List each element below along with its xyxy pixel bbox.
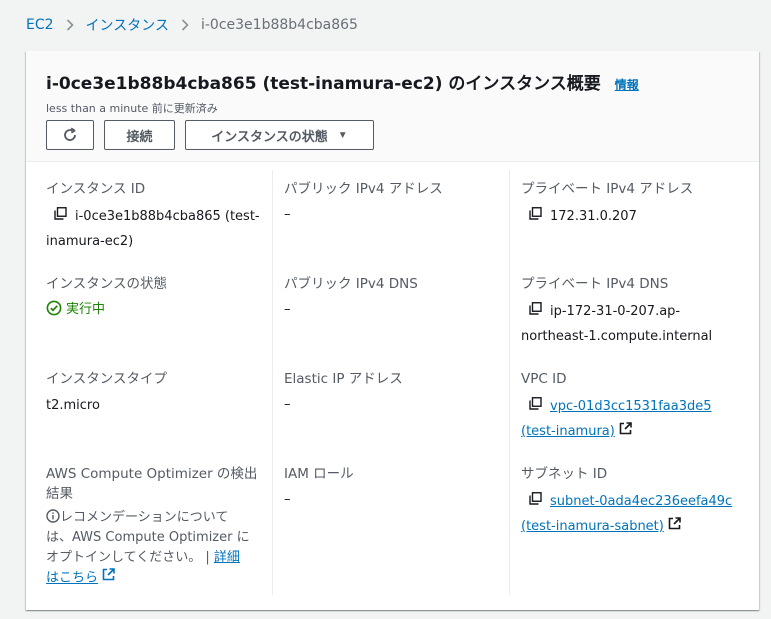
details-column-2: パブリック IPv4 アドレス – パブリック IPv4 DNS – Elast… — [284, 162, 494, 600]
instance-state-value: 実行中 — [66, 302, 106, 317]
elastic-ip-value: – — [284, 397, 291, 412]
private-dns-label: プライベート IPv4 DNS — [521, 276, 669, 292]
instance-id-value-cont: inamura-ec2) — [46, 234, 134, 249]
private-dns-value: ip-172-31-0-207.ap- — [550, 304, 681, 319]
external-link-icon — [102, 568, 115, 588]
iam-role-field: IAM ロール – — [284, 464, 494, 507]
instance-summary-panel: i-0ce3e1b88b4cba865 (test-inamura-ec2) の… — [26, 51, 759, 610]
iam-role-label: IAM ロール — [284, 466, 354, 482]
public-dns-value: – — [284, 302, 291, 317]
subnet-id-link-cont[interactable]: (test-inamura-sabnet) — [521, 519, 664, 534]
chevron-right-icon — [66, 19, 74, 31]
copy-icon[interactable] — [529, 489, 542, 514]
public-dns-field: パブリック IPv4 DNS – — [284, 274, 494, 317]
last-updated-text: less than a minute 前に更新済み — [46, 102, 218, 115]
status-running: 実行中 — [46, 298, 264, 317]
subnet-id-link[interactable]: subnet-0ada4ec236eefa49c — [550, 494, 732, 509]
private-ipv4-field: プライベート IPv4 アドレス 172.31.0.207 — [521, 179, 746, 229]
caret-down-icon: ▼ — [337, 129, 348, 141]
external-link-icon — [619, 419, 632, 444]
vpc-id-link[interactable]: vpc-01d3cc1531faa3de5 — [550, 399, 712, 414]
refresh-button[interactable] — [46, 120, 94, 150]
page-title: i-0ce3e1b88b4cba865 (test-inamura-ec2) の… — [46, 74, 601, 94]
instance-state-dropdown[interactable]: インスタンスの状態 ▼ — [185, 120, 374, 150]
instance-id-field: インスタンス ID i-0ce3e1b88b4cba865 (test- ina… — [46, 179, 264, 254]
column-divider — [272, 170, 273, 595]
copy-icon[interactable] — [529, 299, 542, 324]
elastic-ip-label: Elastic IP アドレス — [284, 371, 403, 387]
vpc-id-label: VPC ID — [521, 371, 567, 387]
compute-optimizer-label: AWS Compute Optimizer の検出 — [46, 466, 258, 482]
breadcrumb-instances-link[interactable]: インスタンス — [86, 15, 169, 35]
instance-type-label: インスタンスタイプ — [46, 371, 167, 387]
copy-icon[interactable] — [529, 394, 542, 419]
breadcrumb: EC2 インスタンス i-0ce3e1b88b4cba865 — [26, 14, 358, 36]
instance-state-dropdown-label: インスタンスの状態 — [211, 128, 328, 144]
private-dns-field: プライベート IPv4 DNS ip-172-31-0-207.ap- nort… — [521, 274, 746, 349]
check-circle-icon — [46, 300, 62, 315]
instance-id-value: i-0ce3e1b88b4cba865 (test- — [75, 209, 260, 224]
details-column-3: プライベート IPv4 アドレス 172.31.0.207 プライベート IPv… — [521, 162, 746, 600]
breadcrumb-ec2-link[interactable]: EC2 — [26, 17, 54, 33]
column-divider — [509, 170, 510, 595]
subnet-id-label: サブネット ID — [521, 466, 608, 482]
private-dns-value-cont: northeast-1.compute.internal — [521, 329, 713, 344]
public-dns-label: パブリック IPv4 DNS — [284, 276, 418, 292]
info-link[interactable]: 情報 — [615, 76, 639, 93]
copy-icon[interactable] — [54, 204, 67, 229]
public-ipv4-value: – — [284, 207, 291, 222]
public-ipv4-label: パブリック IPv4 アドレス — [284, 181, 443, 197]
learn-more-link-cont[interactable]: はこちら — [46, 571, 98, 586]
info-icon — [46, 509, 60, 523]
instance-type-field: インスタンスタイプ t2.micro — [46, 369, 264, 418]
instance-type-value: t2.micro — [46, 398, 100, 413]
instance-state-field: インスタンスの状態 実行中 — [46, 274, 264, 317]
compute-optimizer-note: レコメンデーションについて は、AWS Compute Optimizer に … — [46, 508, 264, 589]
vpc-id-link-cont[interactable]: (test-inamura) — [521, 424, 615, 439]
subnet-id-field: サブネット ID subnet-0ada4ec236eefa49c (test-… — [521, 464, 746, 539]
instance-state-label: インスタンスの状態 — [46, 276, 167, 292]
private-ipv4-label: プライベート IPv4 アドレス — [521, 181, 694, 197]
connect-button[interactable]: 接続 — [104, 120, 175, 150]
private-ipv4-value: 172.31.0.207 — [550, 209, 637, 224]
learn-more-link[interactable]: 詳細 — [214, 550, 240, 565]
chevron-right-icon — [181, 19, 189, 31]
iam-role-value: – — [284, 492, 291, 507]
panel-header: i-0ce3e1b88b4cba865 (test-inamura-ec2) の… — [26, 51, 759, 162]
compute-optimizer-field: AWS Compute Optimizer の検出 結果 レコメンデーションにつ… — [46, 464, 264, 589]
instance-id-label: インスタンス ID — [46, 181, 146, 197]
breadcrumb-current: i-0ce3e1b88b4cba865 — [200, 17, 358, 33]
external-link-icon — [668, 514, 681, 539]
details-column-1: インスタンス ID i-0ce3e1b88b4cba865 (test- ina… — [46, 162, 264, 600]
details-grid: インスタンス ID i-0ce3e1b88b4cba865 (test- ina… — [26, 162, 759, 609]
copy-icon[interactable] — [529, 204, 542, 229]
vpc-id-field: VPC ID vpc-01d3cc1531faa3de5 (test-inamu… — [521, 369, 746, 444]
refresh-icon — [64, 127, 76, 141]
compute-optimizer-label-cont: 結果 — [46, 486, 73, 502]
public-ipv4-field: パブリック IPv4 アドレス – — [284, 179, 494, 222]
elastic-ip-field: Elastic IP アドレス – — [284, 369, 494, 412]
